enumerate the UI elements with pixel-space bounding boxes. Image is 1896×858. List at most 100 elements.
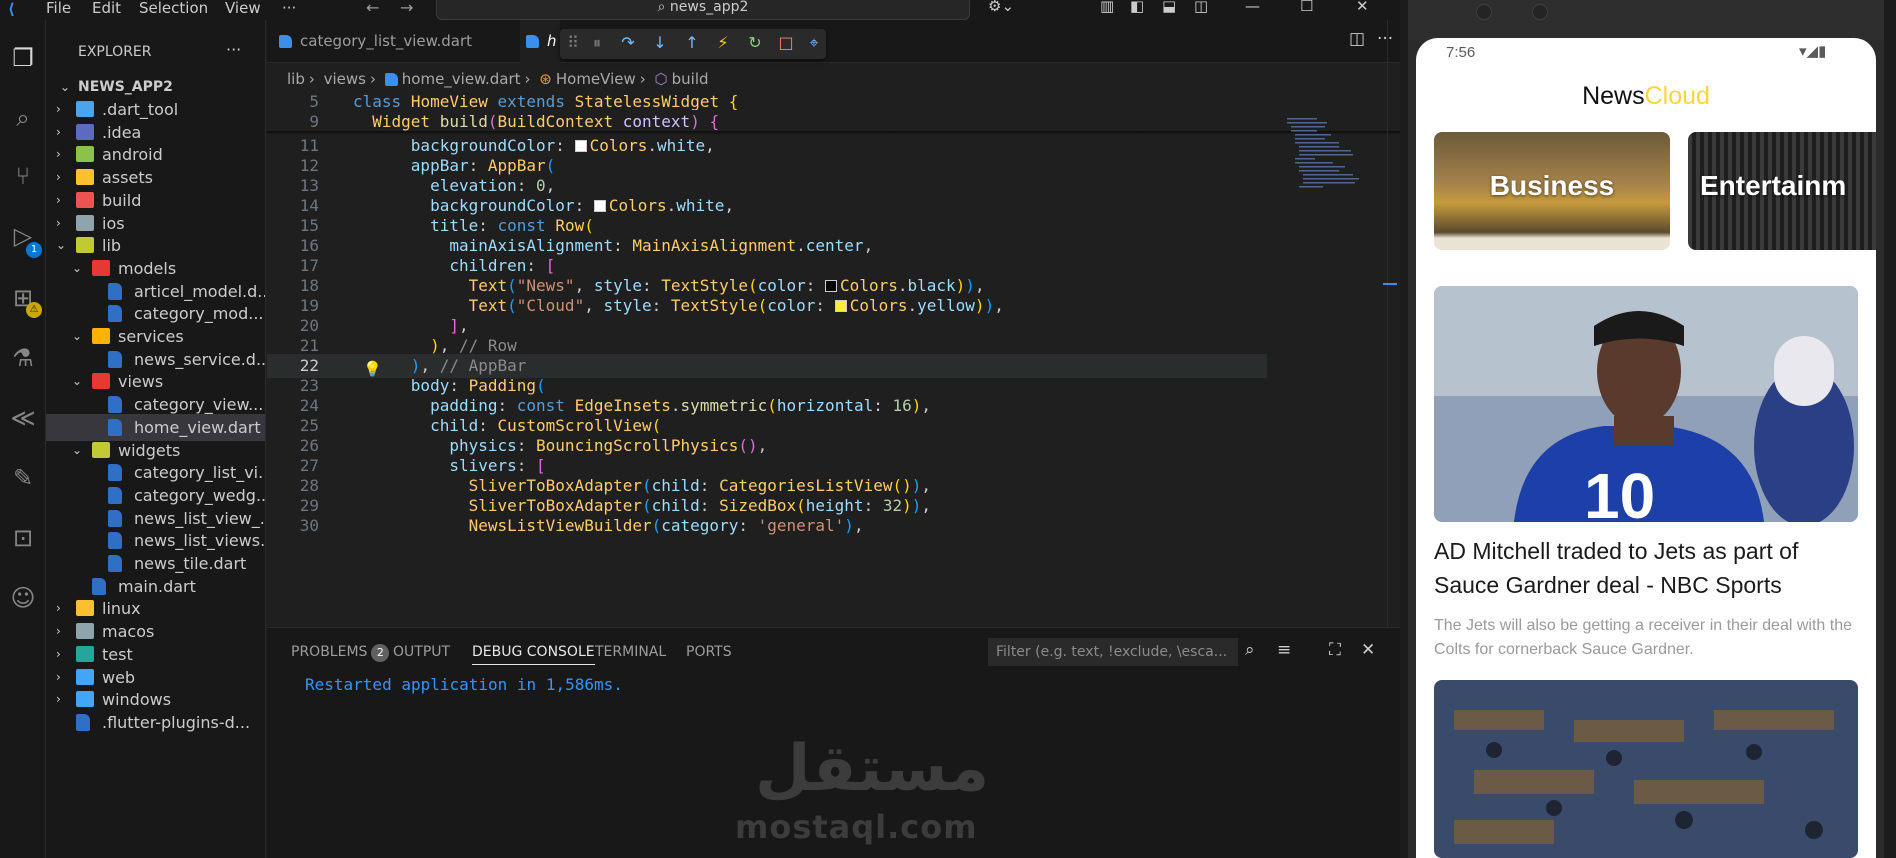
news-image-second[interactable] (1434, 680, 1858, 858)
folder-icon (76, 146, 94, 163)
news-title[interactable]: AD Mitchell traded to Jets as part of Sa… (1434, 534, 1858, 602)
debug-toolbar: ⠿ ⏸ ↷ ↓ ↑ ⚡ ↻ □ ⌖ (560, 29, 826, 59)
drag-handle-icon[interactable]: ⠿ (562, 32, 584, 54)
tab-ports[interactable]: PORTS (686, 644, 732, 660)
testing-icon[interactable]: ⚗ (7, 342, 39, 374)
tab-category-list-view[interactable]: category_list_view.dart (279, 20, 489, 63)
folder-icon (76, 600, 94, 617)
search-icon: ⌕ (657, 0, 670, 15)
method-symbol-icon: ⬡ (654, 70, 668, 88)
dart-file-icon (108, 350, 122, 368)
step-over-icon[interactable]: ↷ (617, 32, 639, 54)
step-into-icon[interactable]: ↓ (649, 32, 671, 54)
tree-item-label: .flutter-plugins-d... (102, 712, 251, 732)
folder-icon (76, 645, 94, 662)
tab-home-view[interactable]: h (520, 20, 560, 63)
folder-icon (76, 191, 94, 208)
step-out-icon[interactable]: ↑ (681, 32, 703, 54)
console-output: Restarted application in 1,586ms. (305, 675, 623, 694)
menu-selection[interactable]: Selection (139, 0, 208, 17)
breadcrumb-method[interactable]: build (672, 70, 709, 88)
folder-icon (76, 101, 94, 117)
pause-icon[interactable]: ⏸ (586, 32, 608, 54)
toggle-panel-icon[interactable]: ⬓ (1162, 0, 1176, 15)
toggle-secondary-sidebar-icon[interactable]: ◫ (1194, 0, 1208, 15)
dart-file-icon (92, 577, 106, 595)
dart-file-icon (76, 713, 90, 731)
search-icon[interactable]: ⌕ (7, 102, 39, 134)
close-icon[interactable]: ✕ (1356, 0, 1369, 15)
edit-icon[interactable]: ✎ (7, 462, 39, 494)
layout-icon[interactable]: ▥ (1100, 0, 1114, 15)
menu-edit[interactable]: Edit (92, 0, 121, 17)
tab-debug-console[interactable]: DEBUG CONSOLE (472, 644, 595, 665)
dart-file-icon (108, 305, 122, 323)
editor-tabs: category_list_view.dart h ⠿ ⏸ ↷ ↓ ↑ ⚡ ↻ … (267, 20, 1400, 63)
menu-more[interactable]: ··· (282, 0, 296, 17)
code-editor[interactable]: 5 class HomeView extends StatelessWidget … (267, 90, 1400, 627)
hot-restart-icon[interactable]: ↻ (744, 32, 766, 54)
phone-bezel (1408, 0, 1884, 40)
flutter-icon[interactable]: ≪ (7, 402, 39, 434)
editor-group: category_list_view.dart h ⠿ ⏸ ↷ ↓ ↑ ⚡ ↻ … (267, 20, 1400, 627)
category-card-entertainment[interactable]: Entertainm (1688, 132, 1876, 250)
status-icons: ▾◢▮ (1799, 43, 1827, 60)
clear-console-icon[interactable]: ≡ (1277, 640, 1291, 660)
folder-icon (76, 691, 94, 708)
category-card-business[interactable]: Business (1434, 132, 1670, 250)
minimize-icon[interactable]: — (1245, 0, 1260, 15)
toggle-sidebar-icon[interactable]: ◧ (1130, 0, 1144, 15)
explorer-icon[interactable]: ❐ (7, 42, 39, 74)
minimap[interactable] (1285, 116, 1361, 200)
dart-file-icon (108, 464, 122, 482)
devtools-icon[interactable]: ⌖ (803, 32, 825, 54)
search-icon[interactable]: ⌕ (1245, 640, 1255, 660)
tab-problems[interactable]: PROBLEMS 2 (291, 644, 390, 662)
breadcrumb-lib[interactable]: lib (287, 70, 305, 88)
dart-file-icon (108, 532, 122, 550)
accounts-icon[interactable]: ☺ (7, 582, 39, 614)
menu-file[interactable]: File (46, 0, 71, 17)
watermark-latin: mostaql.com (735, 808, 978, 846)
explorer-more-icon[interactable]: ··· (226, 40, 241, 59)
folder-icon (76, 623, 94, 640)
back-arrow-icon[interactable]: ← (366, 0, 379, 17)
breadcrumb-views[interactable]: views (324, 70, 366, 88)
split-editor-icon[interactable]: ◫ (1349, 29, 1365, 49)
remote-explorer-icon[interactable]: ⊡ (7, 522, 39, 554)
debug-badge: 1 (26, 242, 42, 258)
sensor-icon (1532, 4, 1548, 20)
breadcrumb-class[interactable]: HomeView (556, 70, 636, 88)
tree-file[interactable]: .flutter-plugins-d... (46, 709, 265, 736)
menu-view[interactable]: View (225, 0, 261, 17)
folder-icon (76, 237, 94, 254)
maximize-panel-icon[interactable]: ⛶ (1329, 640, 1341, 660)
stop-icon[interactable]: □ (775, 32, 797, 54)
breadcrumb-file[interactable]: home_view.dart (402, 70, 521, 88)
close-panel-icon[interactable]: ✕ (1361, 640, 1375, 660)
copilot-icon[interactable]: ⚙⌄ (988, 0, 1014, 15)
editor-more-icon[interactable]: ··· (1377, 29, 1393, 49)
phone-screen: 7:56 ▾◢▮ NewsCloud Business Entertainm 1… (1416, 38, 1876, 858)
app-title: NewsCloud (1582, 82, 1710, 110)
news-subtitle: The Jets will also be getting a receiver… (1434, 617, 1852, 658)
football-player-image: 10 (1434, 286, 1858, 522)
dart-file-icon (108, 486, 122, 504)
folder-icon (92, 441, 110, 458)
forward-arrow-icon[interactable]: → (400, 0, 413, 17)
hot-reload-icon[interactable]: ⚡ (712, 32, 734, 54)
maximize-icon[interactable]: ☐ (1300, 0, 1313, 15)
phone-frame: 7:56 ▾◢▮ NewsCloud Business Entertainm 1… (1408, 0, 1884, 858)
dart-file-icon (108, 396, 122, 414)
folder-icon (76, 214, 94, 231)
news-image[interactable]: 10 (1434, 286, 1858, 522)
problems-badge: 2 (371, 644, 390, 662)
tab-output[interactable]: OUTPUT (393, 644, 450, 660)
tab-terminal[interactable]: TERMINAL (595, 644, 666, 660)
dart-file-icon (108, 509, 122, 527)
console-filter-input[interactable]: Filter (e.g. text, !exclude, \esca... (988, 638, 1238, 666)
command-center-search[interactable]: ⌕ news_app2 (436, 0, 970, 20)
dart-file-icon (279, 35, 292, 48)
source-control-icon[interactable]: ⑂ (7, 160, 39, 192)
status-time: 7:56 (1446, 44, 1476, 61)
